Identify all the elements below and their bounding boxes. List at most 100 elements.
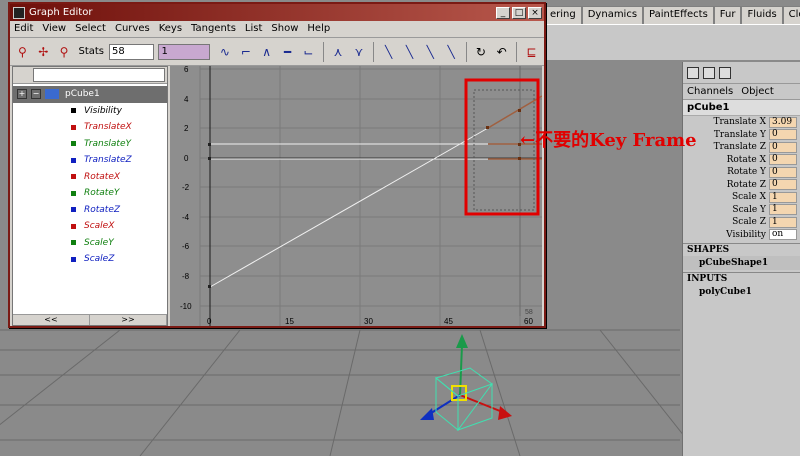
free-tangent-weight-icon[interactable]: ╲ [379, 41, 398, 63]
attr-value[interactable]: 0 [769, 166, 797, 178]
shelf-tab-rendering[interactable]: ering [544, 6, 582, 24]
outliner-filter-input[interactable] [33, 68, 165, 82]
attr-scale-z[interactable]: Scale Z1 [683, 216, 800, 229]
keyframe-point[interactable] [486, 126, 489, 129]
y-tick-labels: 6 4 2 0 -2 -4 -6 -8 -10 [180, 66, 192, 311]
keyframe-point[interactable] [208, 285, 211, 288]
channel-row-visibility[interactable]: Visibility [13, 103, 167, 120]
add-key-tool-icon[interactable]: ✢ [34, 41, 53, 63]
menu-channels[interactable]: Channels [687, 86, 733, 97]
minimize-button[interactable]: _ [496, 6, 510, 19]
stats-time-field[interactable]: 58 [109, 43, 155, 60]
menu-keys[interactable]: Keys [159, 23, 182, 35]
step-tangent-icon[interactable]: ⌙ [299, 41, 318, 63]
keyframe-point[interactable] [208, 157, 211, 160]
shelf-tab-painteffects[interactable]: PaintEffects [643, 6, 714, 24]
insert-key-tool-icon[interactable]: ⚲ [55, 41, 74, 63]
channel-box-icon[interactable] [687, 66, 699, 79]
attr-value[interactable]: on [769, 229, 797, 241]
menu-list[interactable]: List [245, 23, 262, 35]
spline-tangent-icon[interactable]: ∿ [216, 41, 235, 63]
shelf-tab-fur[interactable]: Fur [713, 6, 742, 24]
menu-view[interactable]: View [42, 23, 66, 35]
attr-translate-y[interactable]: Translate Y0 [683, 129, 800, 142]
menu-select[interactable]: Select [75, 23, 106, 35]
buffer-curve-icon[interactable]: ⊑ [522, 41, 541, 63]
attr-value[interactable]: 1 [769, 191, 797, 203]
attribute-list: Translate X 3.09 Translate Y0 Translate Z… [683, 116, 800, 241]
layer-editor-icon[interactable] [703, 66, 715, 79]
channel-color-swatch [71, 124, 76, 130]
attr-scale-x[interactable]: Scale X1 [683, 191, 800, 204]
keyframe-point[interactable] [208, 143, 211, 146]
attr-value[interactable]: 3.09 [769, 116, 797, 128]
inputs-header: INPUTS [683, 272, 800, 285]
channel-row-translatey[interactable]: TranslateY [13, 136, 167, 153]
channel-label: TranslateY [84, 138, 131, 149]
shelf-tab-dynamics[interactable]: Dynamics [581, 6, 644, 24]
scroll-left-button[interactable]: << [13, 315, 90, 325]
attr-rotate-y[interactable]: Rotate Y0 [683, 166, 800, 179]
collapse-icon[interactable]: − [31, 89, 41, 100]
stats-value-field[interactable]: 1 [158, 43, 210, 60]
shelf-tab-cloth[interactable]: Cloth [782, 6, 800, 24]
attr-rotate-z[interactable]: Rotate Z0 [683, 179, 800, 192]
menu-tangents[interactable]: Tangents [191, 23, 236, 35]
attr-visibility[interactable]: Visibility on [683, 229, 800, 242]
unlock-tangent-weight-icon[interactable]: ╲ [421, 41, 440, 63]
attr-value[interactable]: 1 [769, 204, 797, 216]
outliner-object-row[interactable]: + − pCube1 [13, 86, 167, 103]
break-tangents-icon[interactable]: ⋏ [329, 41, 348, 63]
move-key-tool-icon[interactable]: ⚲ [13, 41, 32, 63]
weighted-tangent-icon[interactable]: ╲ [442, 41, 461, 63]
shape-node[interactable]: pCubeShape1 [683, 256, 800, 270]
menu-edit[interactable]: Edit [14, 23, 33, 35]
attr-value[interactable]: 0 [769, 179, 797, 191]
attr-value[interactable]: 1 [769, 216, 797, 228]
menu-help[interactable]: Help [307, 23, 330, 35]
x-tick: 15 [285, 317, 294, 326]
keyframe-point[interactable] [518, 157, 521, 160]
expand-icon[interactable]: + [17, 89, 27, 100]
channel-row-rotatex[interactable]: RotateX [13, 169, 167, 186]
attr-rotate-x[interactable]: Rotate X0 [683, 154, 800, 167]
attr-value[interactable]: 0 [769, 129, 797, 141]
channel-row-rotatez[interactable]: RotateZ [13, 202, 167, 219]
channel-label: RotateY [84, 188, 120, 199]
channel-box-object-name[interactable]: pCube1 [683, 100, 800, 116]
attr-scale-y[interactable]: Scale Y1 [683, 204, 800, 217]
channel-row-translatex[interactable]: TranslateX [13, 119, 167, 136]
lock-tangent-weight-icon[interactable]: ╲ [400, 41, 419, 63]
channel-label: RotateX [84, 171, 121, 182]
menu-show[interactable]: Show [271, 23, 298, 35]
channel-row-scalex[interactable]: ScaleX [13, 218, 167, 235]
y-tick: 2 [184, 124, 189, 133]
attr-value[interactable]: 0 [769, 141, 797, 153]
attr-translate-z[interactable]: Translate Z0 [683, 141, 800, 154]
attr-translate-x[interactable]: Translate X 3.09 [683, 116, 800, 129]
outliner-scrollbar[interactable]: << >> [13, 314, 167, 325]
keyframe-point[interactable] [518, 109, 521, 112]
clamped-tangent-icon[interactable]: ⌐ [236, 41, 255, 63]
channel-row-rotatey[interactable]: RotateY [13, 185, 167, 202]
menu-object[interactable]: Object [741, 86, 774, 97]
cycle-offset-icon[interactable]: ↶ [492, 41, 511, 63]
scroll-right-button[interactable]: >> [90, 315, 167, 325]
unify-tangents-icon[interactable]: ⋎ [349, 41, 368, 63]
maximize-button[interactable]: □ [512, 6, 526, 19]
shelf-tab-fluids[interactable]: Fluids [741, 6, 783, 24]
attribute-editor-icon[interactable] [719, 66, 731, 79]
close-button[interactable]: × [528, 6, 542, 19]
linear-tangent-icon[interactable]: ∧ [257, 41, 276, 63]
flat-tangent-icon[interactable]: ━ [278, 41, 297, 63]
channel-row-translatez[interactable]: TranslateZ [13, 152, 167, 169]
graph-view[interactable]: 6 4 2 0 -2 -4 -6 -8 -10 0 15 30 45 60 58 [170, 66, 542, 326]
graph-editor-title-bar[interactable]: Graph Editor _ □ × [10, 4, 544, 21]
attr-value[interactable]: 0 [769, 154, 797, 166]
channel-row-scalez[interactable]: ScaleZ [13, 251, 167, 268]
channel-row-scaley[interactable]: ScaleY [13, 235, 167, 252]
attr-label: Scale Y [732, 204, 766, 215]
cycle-icon[interactable]: ↻ [471, 41, 490, 63]
menu-curves[interactable]: Curves [115, 23, 150, 35]
input-node[interactable]: polyCube1 [683, 285, 800, 299]
